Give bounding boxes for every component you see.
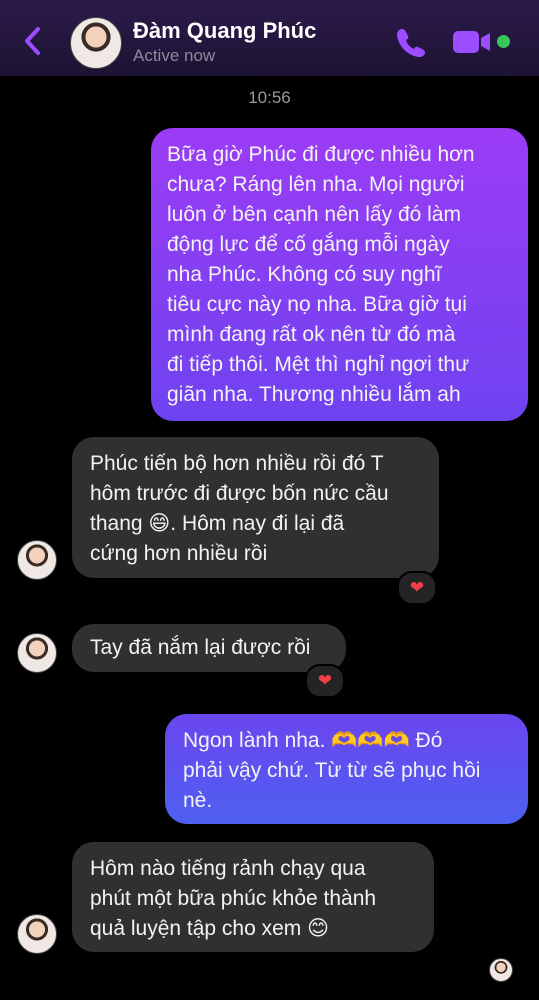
outgoing-message[interactable]: Bữa giờ Phúc đi được nhiều hơn chưa? Rán… [151, 128, 528, 421]
outgoing-message[interactable]: Ngon lành nha. 🫶🫶🫶 Đó phải vậy chứ. Từ t… [165, 714, 528, 824]
sender-avatar[interactable] [17, 914, 57, 954]
heart-reaction-icon[interactable]: ❤ [305, 664, 345, 698]
seen-receipt-avatar [489, 958, 513, 982]
contact-avatar[interactable] [70, 17, 122, 69]
chat-header: Đàm Quang Phúc Active now [0, 0, 539, 76]
online-indicator [497, 35, 510, 48]
contact-name[interactable]: Đàm Quang Phúc [133, 18, 316, 44]
incoming-message[interactable]: Phúc tiến bộ hơn nhiều rồi đó T hôm trướ… [72, 437, 439, 578]
message-text: Tay đã nắm lại được rồi [90, 636, 311, 659]
heart-reaction-icon[interactable]: ❤ [397, 571, 437, 605]
message-text: Bữa giờ Phúc đi được nhiều hơn chưa? Rán… [167, 143, 475, 406]
back-chevron-icon[interactable] [22, 26, 44, 56]
message-timestamp: 10:56 [248, 88, 291, 107]
sender-avatar[interactable] [17, 540, 57, 580]
video-call-icon[interactable] [452, 28, 492, 56]
active-status: Active now [133, 46, 216, 65]
phone-call-icon[interactable] [395, 26, 429, 58]
message-text: Phúc tiến bộ hơn nhiều rồi đó T hôm trướ… [90, 452, 389, 565]
message-text: Hôm nào tiếng rảnh chạy qua phút một bữa… [90, 857, 377, 940]
incoming-message[interactable]: Tay đã nắm lại được rồi [72, 624, 346, 672]
incoming-message[interactable]: Hôm nào tiếng rảnh chạy qua phút một bữa… [72, 842, 434, 952]
message-text: Ngon lành nha. 🫶🫶🫶 Đó phải vậy chứ. Từ t… [183, 729, 481, 812]
sender-avatar[interactable] [17, 633, 57, 673]
